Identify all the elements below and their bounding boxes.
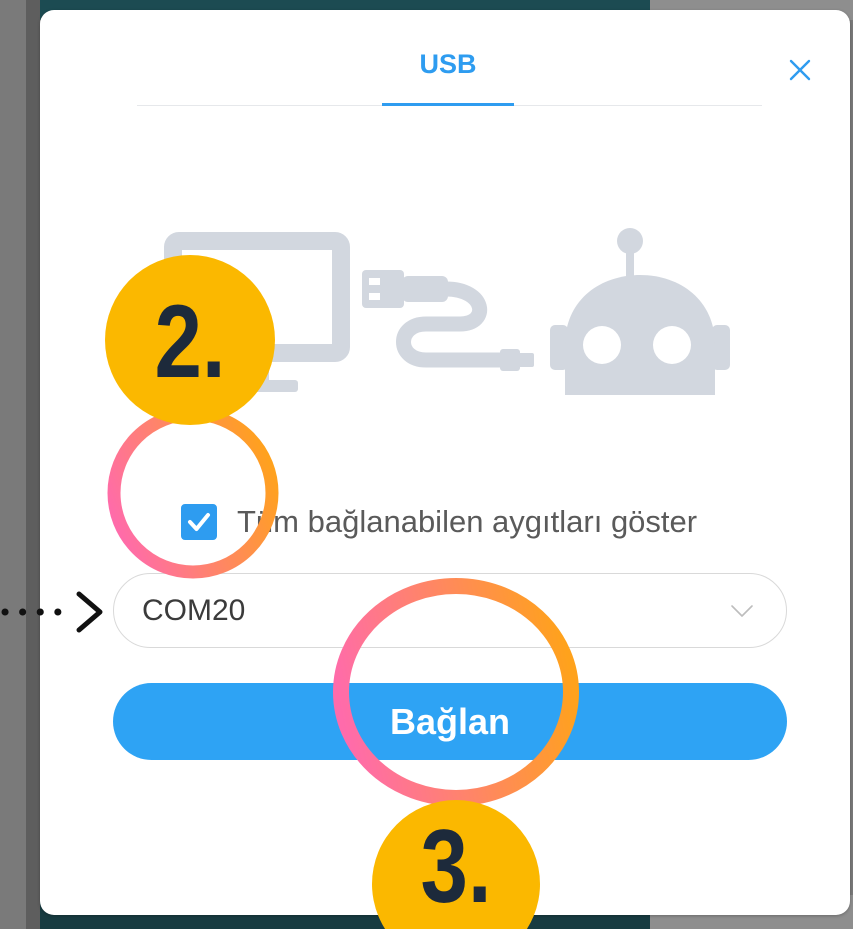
robot-eye-left: [583, 326, 621, 364]
close-button[interactable]: [788, 58, 812, 82]
step-badge-2-label: 2.: [154, 284, 225, 400]
show-all-devices-label[interactable]: Tüm bağlanabilen aygıtları göster: [237, 504, 697, 540]
highlight-ring-checkbox-stroke: [107, 407, 279, 579]
micro-usb-body: [500, 349, 520, 371]
usb-plug-shell: [362, 270, 404, 308]
step-badge-3-label: 3.: [420, 809, 491, 925]
chevron-stroke: [731, 605, 753, 617]
screenshot: USB Tüm bağlanabilen aygıtları göster CO…: [0, 0, 853, 929]
app-background-left: [26, 0, 40, 929]
step-badge-3: 3.: [372, 800, 540, 929]
usb-plug-slot-bottom: [369, 293, 380, 300]
tab-usb[interactable]: USB: [382, 38, 514, 106]
micro-usb-tip: [518, 353, 534, 367]
robot-eye-right: [653, 326, 691, 364]
robot-icon: [550, 228, 730, 395]
highlight-ring-connect-button-stroke: [333, 578, 579, 806]
close-icon[interactable]: [788, 58, 812, 82]
highlight-ring-checkbox: [107, 407, 279, 579]
step-badge-2: 2.: [105, 255, 275, 425]
usb-cable-icon: [362, 270, 534, 371]
port-select-value: COM20: [142, 593, 246, 627]
highlight-ring-connect-button: [333, 578, 579, 806]
usb-plug-slot-top: [369, 278, 380, 285]
dotted-arrow-head: [76, 591, 103, 633]
chevron-down-icon[interactable]: [730, 604, 754, 618]
dotted-arrow-icon: [1, 591, 103, 633]
